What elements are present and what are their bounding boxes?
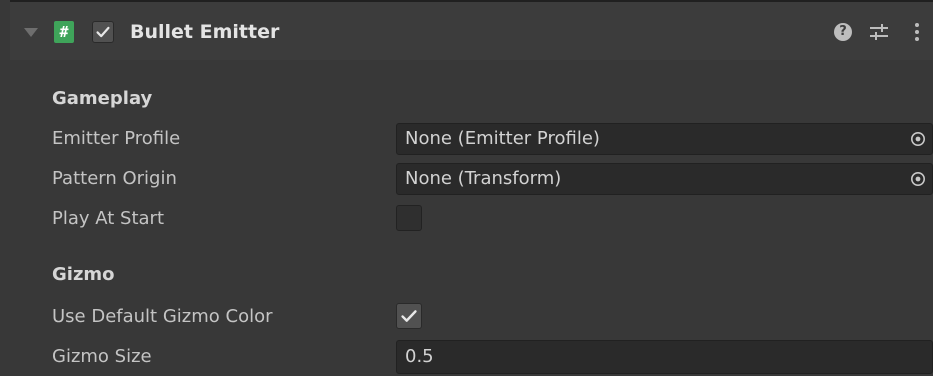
checkmark-icon — [401, 310, 417, 322]
emitter-profile-field[interactable]: None (Emitter Profile) — [396, 123, 933, 155]
play-at-start-checkbox[interactable] — [396, 205, 422, 231]
component-title: Bullet Emitter — [130, 21, 280, 43]
component-header[interactable]: # Bullet Emitter ? — [10, 0, 933, 60]
component-enabled-checkbox[interactable] — [92, 21, 114, 43]
play-at-start-label: Play At Start — [52, 208, 165, 229]
csharp-script-icon: # — [54, 21, 74, 43]
gizmo-size-value: 0.5 — [405, 346, 434, 367]
use-default-gizmo-color-label: Use Default Gizmo Color — [52, 306, 273, 327]
pattern-origin-value: None (Transform) — [405, 168, 562, 189]
presets-sliders-icon[interactable] — [868, 21, 890, 43]
gameplay-section-header: Gameplay — [52, 88, 153, 109]
gizmo-size-label: Gizmo Size — [52, 346, 152, 367]
pattern-origin-label: Pattern Origin — [52, 168, 177, 189]
object-picker-icon[interactable] — [910, 131, 926, 147]
kebab-menu-icon[interactable] — [910, 21, 924, 43]
gizmo-size-field[interactable]: 0.5 — [396, 340, 933, 374]
checkmark-icon — [96, 26, 110, 38]
inspector-panel: # Bullet Emitter ? Gameplay Emitter Prof… — [10, 0, 933, 376]
help-icon[interactable]: ? — [834, 23, 852, 41]
foldout-arrow-icon[interactable] — [24, 28, 38, 37]
use-default-gizmo-color-checkbox[interactable] — [396, 303, 422, 329]
emitter-profile-value: None (Emitter Profile) — [405, 128, 600, 149]
emitter-profile-label: Emitter Profile — [52, 128, 181, 149]
pattern-origin-field[interactable]: None (Transform) — [396, 163, 933, 195]
gizmo-section-header: Gizmo — [52, 264, 115, 285]
object-picker-icon[interactable] — [910, 171, 926, 187]
